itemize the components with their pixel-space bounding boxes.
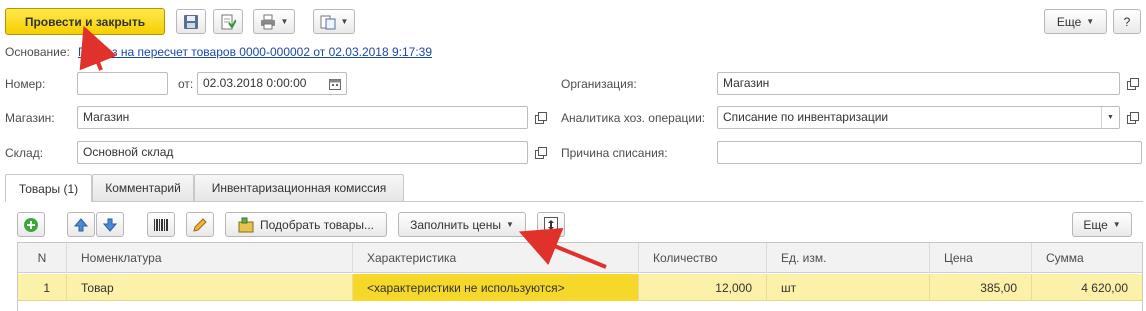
post-document-icon — [221, 14, 236, 29]
organization-field[interactable]: Магазин — [717, 72, 1120, 95]
analytics-dropdown-button[interactable]: ▼ — [1101, 107, 1119, 128]
calendar-icon[interactable] — [328, 77, 342, 91]
cell-n[interactable]: 1 — [18, 274, 67, 301]
print-menu-button[interactable]: ▼ — [253, 9, 295, 34]
chevron-down-icon: ▼ — [506, 220, 514, 229]
col-header-characteristic[interactable]: Характеристика — [353, 243, 639, 273]
pick-goods-label: Подобрать товары... — [260, 217, 374, 232]
number-label: Номер: — [5, 77, 46, 91]
organization-label: Организация: — [561, 77, 637, 91]
post-and-close-label: Провести и закрыть — [24, 14, 146, 29]
warehouse-label: Склад: — [5, 146, 44, 160]
date-field[interactable]: 02.03.2018 0:00:00 — [197, 72, 347, 95]
chevron-down-icon: ▼ — [280, 17, 289, 26]
floppy-disk-icon — [184, 14, 198, 29]
tab-comment[interactable]: Комментарий — [92, 174, 194, 201]
table-more-button[interactable]: Еще ▼ — [1072, 212, 1132, 237]
open-analytics-icon[interactable] — [1126, 111, 1140, 125]
cell-nomenclature[interactable]: Товар — [67, 274, 353, 301]
store-field[interactable]: Магазин — [77, 106, 528, 129]
save-button[interactable] — [176, 9, 206, 34]
tab-inventory-commission-label: Инвентаризационная комиссия — [211, 181, 387, 195]
row-height-icon — [544, 216, 558, 233]
tab-goods[interactable]: Товары (1) — [5, 174, 92, 202]
cell-characteristic[interactable]: <характеристики не используются> — [353, 274, 639, 301]
chevron-down-icon: ▼ — [1086, 17, 1095, 26]
basis-link[interactable]: Приказ на пересчет товаров 0000-000002 о… — [78, 45, 432, 59]
col-header-unit[interactable]: Ед. изм. — [767, 243, 930, 273]
documents-structure-icon — [320, 15, 336, 29]
add-row-button[interactable] — [17, 212, 45, 237]
printer-icon — [260, 14, 275, 29]
barcode-search-button[interactable] — [147, 212, 175, 237]
chevron-down-icon: ▼ — [1112, 220, 1121, 229]
analytics-label: Аналитика хоз. операции: — [561, 111, 706, 125]
col-header-price[interactable]: Цена — [930, 243, 1032, 273]
tab-comment-label: Комментарий — [105, 181, 181, 195]
row-height-button[interactable] — [537, 212, 565, 237]
analytics-field[interactable]: Списание по инвентаризации — [717, 106, 1120, 129]
col-header-quantity[interactable]: Количество — [639, 243, 767, 273]
pick-goods-button[interactable]: Подобрать товары... — [225, 212, 387, 237]
cell-quantity[interactable]: 12,000 — [639, 274, 767, 301]
pick-goods-icon — [238, 217, 254, 232]
pencil-icon — [193, 217, 207, 232]
edit-button[interactable] — [186, 212, 214, 237]
col-header-nomenclature[interactable]: Номенклатура — [67, 243, 353, 273]
fill-prices-button[interactable]: Заполнить цены ▼ — [398, 212, 526, 237]
store-label: Магазин: — [5, 111, 55, 125]
tabs-baseline — [5, 201, 1143, 202]
plus-circle-icon — [24, 217, 38, 232]
table-more-label: Еще — [1083, 217, 1108, 232]
cell-unit[interactable]: шт — [767, 274, 930, 301]
reason-field[interactable] — [717, 141, 1142, 164]
help-button[interactable]: ? — [1113, 9, 1141, 34]
arrow-down-icon — [103, 218, 117, 232]
col-header-sum[interactable]: Сумма — [1032, 243, 1142, 273]
chevron-down-icon: ▼ — [1107, 114, 1114, 121]
arrow-up-icon — [74, 217, 88, 231]
barcode-icon — [154, 218, 168, 231]
tab-goods-label: Товары (1) — [18, 181, 79, 196]
cell-sum[interactable]: 4 620,00 — [1032, 274, 1142, 301]
tab-inventory-commission[interactable]: Инвентаризационная комиссия — [194, 174, 404, 201]
basis-label: Основание: — [5, 45, 70, 59]
more-label: Еще — [1056, 14, 1082, 29]
open-organization-icon[interactable] — [1126, 77, 1140, 91]
chevron-down-icon: ▼ — [340, 17, 349, 26]
warehouse-field[interactable]: Основной склад — [77, 141, 528, 164]
move-down-button[interactable] — [96, 212, 124, 237]
more-actions-button[interactable]: Еще ▼ — [1044, 9, 1107, 34]
move-up-button[interactable] — [67, 212, 95, 237]
from-label: от: — [178, 77, 194, 91]
fill-prices-label: Заполнить цены — [410, 217, 501, 232]
open-warehouse-icon[interactable] — [534, 146, 548, 160]
related-documents-button[interactable]: ▼ — [313, 9, 355, 34]
col-header-n[interactable]: N — [18, 243, 67, 273]
number-field[interactable] — [77, 72, 168, 95]
post-and-close-button[interactable]: Провести и закрыть — [5, 8, 165, 35]
post-button[interactable] — [213, 9, 243, 34]
open-store-icon[interactable] — [534, 111, 548, 125]
help-label: ? — [1123, 14, 1131, 29]
cell-price[interactable]: 385,00 — [930, 274, 1032, 301]
reason-label: Причина списания: — [561, 146, 668, 160]
